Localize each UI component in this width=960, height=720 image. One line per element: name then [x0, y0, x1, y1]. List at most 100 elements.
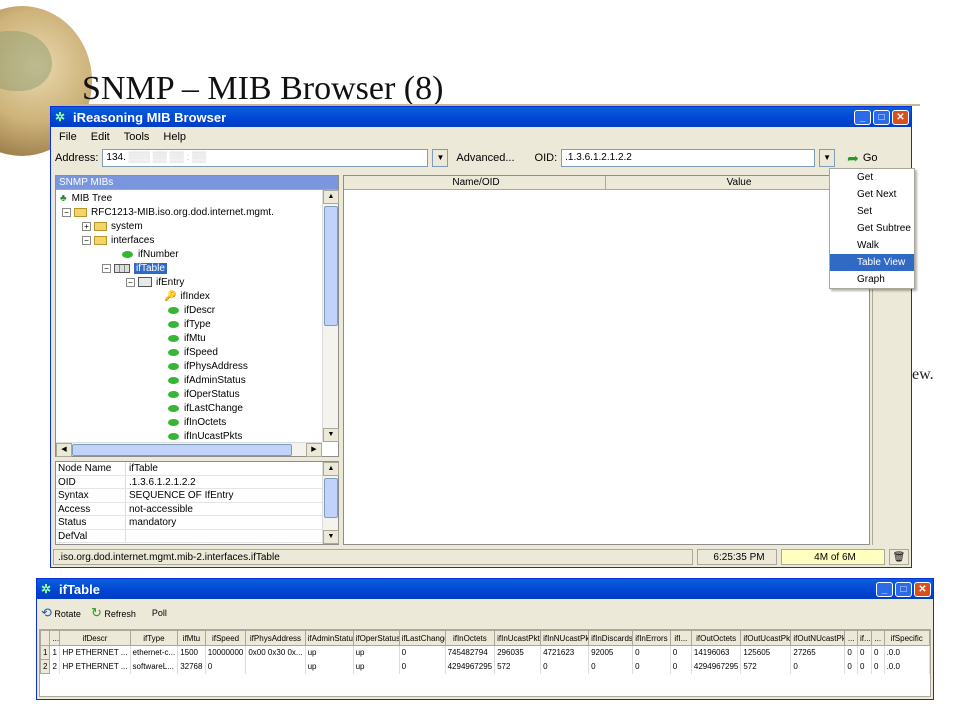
tree-node-rfc1213[interactable]: − RFC1213-MIB.iso.org.dod.internet.mgmt. [62, 206, 274, 220]
minimize-button[interactable]: _ [854, 109, 871, 125]
scroll-thumb[interactable] [324, 206, 338, 326]
scroll-right-icon[interactable]: ▶ [306, 443, 322, 457]
table-cell: 32768 [177, 659, 206, 674]
tree-node-system[interactable]: + system [82, 220, 143, 234]
scroll-up-icon[interactable]: ▲ [323, 190, 339, 204]
address-dropdown-icon[interactable]: ▼ [432, 149, 449, 167]
tree-node-ifindex[interactable]: 🔑 ifIndex [164, 290, 210, 304]
tree-node-ifphysaddress[interactable]: ifPhysAddress [168, 360, 248, 374]
menu-tools[interactable]: Tools [124, 131, 150, 143]
tree-node-ifspeed[interactable]: ifSpeed [168, 346, 218, 360]
column-header[interactable]: if... [856, 630, 872, 646]
column-header[interactable]: ifType [129, 630, 179, 646]
menu-item-get[interactable]: Get [830, 169, 914, 186]
column-header[interactable]: ifAdminStatus [304, 630, 354, 646]
scroll-down-icon[interactable]: ▼ [323, 530, 339, 544]
menu-file[interactable]: File [59, 131, 77, 143]
iftable-titlebar[interactable]: ✲ ifTable _ □ ✕ [37, 579, 933, 599]
poll-button[interactable]: Poll [152, 608, 167, 618]
column-header[interactable]: ifInOctets [444, 630, 496, 646]
expand-icon[interactable]: + [82, 221, 91, 231]
col-name-oid[interactable]: Name/OID [344, 176, 606, 190]
refresh-label: Refresh [104, 609, 136, 619]
collapse-icon[interactable]: − [82, 235, 91, 245]
oid-dropdown-icon[interactable]: ▼ [819, 149, 836, 167]
key-icon: 🔑 [164, 291, 177, 302]
column-header[interactable]: ... [49, 630, 61, 646]
column-header[interactable]: ifI... [669, 630, 692, 646]
minimize-button[interactable]: _ [876, 581, 893, 597]
menu-item-table-view[interactable]: Table View [830, 254, 914, 271]
status-memory: 4M of 6M [781, 549, 885, 565]
menu-item-graph[interactable]: Graph [830, 271, 914, 288]
collapse-icon[interactable]: − [126, 277, 135, 287]
props-vertical-scrollbar[interactable]: ▲ ▼ [322, 462, 339, 544]
column-header[interactable]: ifInDiscards [588, 630, 634, 646]
close-button[interactable]: ✕ [914, 581, 931, 597]
tree-node-iftype[interactable]: ifType [168, 318, 211, 332]
advanced-button[interactable]: Advanced... [456, 152, 514, 164]
menu-item-get-subtree[interactable]: Get Subtree [830, 220, 914, 237]
tree-node-ifmtu[interactable]: ifMtu [168, 332, 206, 346]
tree-node-iftable[interactable]: − ifTable [102, 262, 167, 276]
collapse-icon[interactable]: − [62, 207, 71, 217]
column-header[interactable]: ifInUcastPkts [494, 630, 542, 646]
close-button[interactable]: ✕ [892, 109, 909, 125]
tree-node-ifinucastpkts[interactable]: ifInUcastPkts [168, 430, 242, 442]
tree-horizontal-scrollbar[interactable]: ◀ ▶ [56, 442, 322, 457]
table-cell: 125605 [740, 645, 792, 660]
address-input[interactable]: 134. ▒▒▒ ▒▒ ▒▒ : ▒▒ [102, 149, 429, 167]
go-button[interactable]: ➦ Go [847, 150, 877, 167]
collapse-icon[interactable]: − [102, 263, 111, 273]
prop-key: Access [56, 502, 126, 515]
column-header[interactable]: ... [844, 630, 858, 646]
tree-node-ifentry[interactable]: − ifEntry [126, 276, 184, 290]
column-header[interactable]: ifOutNUcastPkts [790, 630, 846, 646]
tree-node-interfaces[interactable]: − interfaces [82, 234, 154, 248]
maximize-button[interactable]: □ [895, 581, 912, 597]
column-header[interactable]: ifInNUcastPkts [540, 630, 590, 646]
column-header[interactable]: ifSpeed [204, 630, 247, 646]
tree-node-ifoperstatus[interactable]: ifOperStatus [168, 388, 240, 402]
entry-icon [138, 277, 152, 288]
refresh-button[interactable]: ↻ Refresh [91, 605, 136, 621]
tree-label: interfaces [111, 235, 155, 246]
column-header[interactable]: ifLastChange [398, 630, 446, 646]
tree-node-root[interactable]: ♣ MIB Tree [60, 192, 112, 206]
rotate-button[interactable]: ⟲ Rotate [41, 605, 81, 621]
trash-icon[interactable]: 🗑 [889, 549, 909, 565]
column-header[interactable]: ifMtu [177, 630, 206, 646]
menu-edit[interactable]: Edit [91, 131, 110, 143]
browser-titlebar[interactable]: ✲ iReasoning MIB Browser _ □ ✕ [51, 107, 911, 127]
menu-item-get-next[interactable]: Get Next [830, 186, 914, 203]
scroll-up-icon[interactable]: ▲ [323, 462, 339, 476]
column-header[interactable]: ifPhysAddress [245, 630, 306, 646]
hscroll-thumb[interactable] [72, 444, 292, 456]
column-header[interactable]: ifOutOctets [690, 630, 742, 646]
scroll-thumb[interactable] [324, 478, 338, 518]
column-header[interactable]: ifSpecific [883, 630, 930, 646]
scroll-left-icon[interactable]: ◀ [56, 443, 72, 457]
maximize-button[interactable]: □ [873, 109, 890, 125]
tree-vertical-scrollbar[interactable]: ▲ ▼ [322, 190, 339, 442]
tree-label: MIB Tree [71, 193, 113, 204]
tree-node-ifdescr[interactable]: ifDescr [168, 304, 215, 318]
column-header[interactable]: ifDescr [59, 630, 131, 646]
column-header[interactable]: ifOutUcastPkts [740, 630, 792, 646]
tree-node-ifnumber[interactable]: ifNumber [122, 248, 179, 262]
tree-node-iflastchange[interactable]: ifLastChange [168, 402, 243, 416]
table-cell: up [353, 659, 400, 674]
table-cell: 14196063 [691, 645, 742, 660]
column-header[interactable]: ifInErrors [632, 630, 671, 646]
menu-help[interactable]: Help [163, 131, 186, 143]
menu-item-set[interactable]: Set [830, 203, 914, 220]
tree-node-ifinoctets[interactable]: ifInOctets [168, 416, 226, 430]
oid-input[interactable]: .1.3.6.1.2.1.2.2 [561, 149, 816, 167]
table-row[interactable]: 1 1 HP ETHERNET ... ethernet-c... 1500 100000… [40, 645, 930, 660]
menu-item-walk[interactable]: Walk [830, 237, 914, 254]
tree-node-ifadminstatus[interactable]: ifAdminStatus [168, 374, 246, 388]
table-row[interactable]: 2 2 HP ETHERNET ... softwareL... 32768 0 up up 0… [40, 659, 930, 674]
column-header[interactable]: ifOperStatus [352, 630, 400, 646]
scroll-down-icon[interactable]: ▼ [323, 428, 339, 442]
column-header[interactable]: ... [871, 630, 885, 646]
